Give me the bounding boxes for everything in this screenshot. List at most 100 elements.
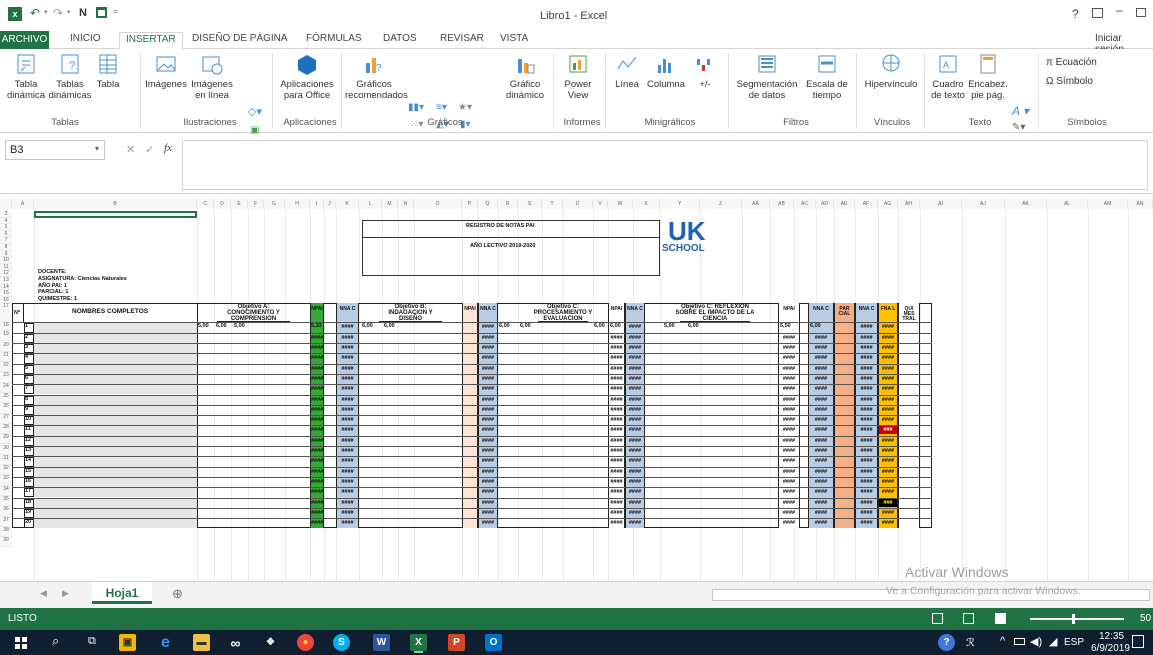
column-header[interactable]: AI	[920, 199, 962, 209]
column-header[interactable]: E	[231, 199, 248, 209]
row-header[interactable]: 31	[0, 454, 12, 466]
error-hash-cell[interactable]: ####	[337, 499, 358, 507]
error-hash-cell[interactable]: ####	[879, 323, 897, 331]
student-name-cell[interactable]	[34, 354, 197, 364]
error-hash-cell[interactable]: ####	[479, 519, 497, 527]
row-header[interactable]: 28	[0, 423, 12, 435]
column-header[interactable]: AA	[742, 199, 770, 209]
error-hash-cell[interactable]: ####	[779, 334, 799, 342]
error-hash-cell[interactable]: ####	[311, 478, 323, 486]
zoom-thumb[interactable]	[1072, 614, 1075, 624]
column-header[interactable]: AH	[898, 199, 920, 209]
error-hash-cell[interactable]: ####	[479, 354, 497, 362]
next-sheet-icon[interactable]: ▶	[62, 588, 69, 599]
skype-icon[interactable]: S	[333, 634, 350, 651]
error-hash-cell[interactable]: ####	[809, 509, 833, 517]
row-header[interactable]: 21	[0, 351, 12, 363]
error-hash-cell[interactable]: ####	[856, 323, 877, 331]
error-hash-cell[interactable]: ####	[626, 334, 644, 342]
sparkline-line-button[interactable]: Línea	[612, 53, 642, 90]
error-hash-cell[interactable]: ####	[311, 344, 323, 352]
error-hash-cell[interactable]: ####	[311, 437, 323, 445]
error-hash-cell[interactable]: ####	[311, 499, 323, 507]
error-hash-cell[interactable]: ####	[626, 385, 644, 393]
column-header[interactable]: AC	[794, 199, 816, 209]
error-hash-cell[interactable]: ####	[311, 385, 323, 393]
error-hash-cell[interactable]: ####	[311, 334, 323, 342]
error-hash-cell[interactable]: ####	[311, 488, 323, 496]
error-hash-cell[interactable]: ####	[479, 323, 497, 331]
error-hash-cell[interactable]: ####	[809, 375, 833, 383]
insert-function-icon[interactable]: fx	[164, 142, 172, 154]
row-header[interactable]: 26	[0, 403, 12, 414]
error-hash-cell[interactable]: ####	[779, 488, 799, 496]
column-header[interactable]: F	[248, 199, 264, 209]
stock-chart-icon[interactable]: ★▾	[458, 102, 472, 113]
error-hash-cell[interactable]: ####	[779, 437, 799, 445]
column-header[interactable]: AM	[1088, 199, 1128, 209]
row-header[interactable]: 10	[0, 257, 12, 264]
hyperlink-button[interactable]: Hipervínculo	[860, 53, 922, 90]
error-hash-cell[interactable]: ####	[311, 396, 323, 404]
error-hash-cell[interactable]: ####	[809, 457, 833, 465]
column-header[interactable]: C	[197, 199, 214, 209]
row-header[interactable]: 29	[0, 434, 12, 445]
tab-formulas[interactable]: FÓRMULAS	[306, 33, 362, 44]
student-name-cell[interactable]	[34, 323, 197, 333]
column-header[interactable]: Z	[700, 199, 742, 209]
student-name-cell[interactable]	[34, 333, 197, 343]
sheet-tab-hoja1[interactable]: Hoja1	[92, 582, 152, 604]
student-name-cell[interactable]	[34, 364, 197, 374]
error-hash-cell[interactable]: ####	[879, 478, 897, 486]
row-header[interactable]: 34	[0, 485, 12, 496]
error-hash-cell[interactable]: ####	[626, 509, 644, 517]
student-name-cell[interactable]	[34, 405, 197, 416]
row-header[interactable]: 38	[0, 526, 12, 538]
student-name-cell[interactable]	[34, 447, 197, 457]
textbox-button[interactable]: A Cuadro de texto	[928, 53, 968, 101]
error-hash-cell[interactable]: ####	[879, 519, 897, 527]
error-hash-cell[interactable]: ####	[337, 354, 358, 362]
error-hash-cell[interactable]: ####	[879, 457, 897, 465]
error-hash-cell[interactable]: ####	[779, 468, 799, 476]
volume-icon[interactable]: ◀)	[1030, 635, 1042, 648]
row-header[interactable]: 23	[0, 372, 12, 383]
sparkline-column-button[interactable]: Columna	[646, 53, 686, 90]
error-hash-cell[interactable]: ####	[479, 385, 497, 393]
error-hash-cell[interactable]: ####	[856, 416, 877, 424]
error-hash-cell[interactable]: ####	[609, 478, 624, 486]
excel-logo-icon[interactable]: x	[8, 7, 22, 21]
column-header[interactable]: AD	[816, 199, 834, 209]
error-hash-cell[interactable]: ####	[609, 488, 624, 496]
clock-date[interactable]: 6/9/2019	[1091, 643, 1130, 654]
error-hash-cell[interactable]: ####	[609, 447, 624, 455]
column-header[interactable]: AL	[1047, 199, 1088, 209]
error-hash-cell[interactable]: ####	[337, 468, 358, 476]
error-hash-cell[interactable]: ####	[879, 447, 897, 455]
error-hash-cell[interactable]: ####	[626, 416, 644, 424]
zoom-slider[interactable]	[1030, 618, 1124, 620]
row-header[interactable]: 8	[0, 244, 12, 251]
student-name-cell[interactable]	[34, 436, 197, 446]
error-hash-cell[interactable]: ####	[479, 478, 497, 486]
error-hash-cell[interactable]: ####	[311, 365, 323, 373]
error-hash-cell[interactable]: ####	[337, 416, 358, 424]
error-hash-cell[interactable]: ####	[479, 365, 497, 373]
error-hash-cell[interactable]: ####	[609, 396, 624, 404]
column-header[interactable]: AJ	[962, 199, 1005, 209]
column-header[interactable]: B	[34, 199, 197, 209]
error-hash-cell[interactable]: ####	[626, 396, 644, 404]
error-hash-cell[interactable]: ####	[311, 426, 323, 434]
error-hash-cell[interactable]: ####	[856, 447, 877, 455]
error-hash-cell[interactable]: ####	[856, 519, 877, 527]
selected-cell-b3[interactable]	[34, 211, 197, 218]
error-hash-cell[interactable]: ####	[856, 499, 877, 507]
outlook-icon[interactable]: O	[485, 634, 502, 651]
error-hash-cell[interactable]: ####	[779, 365, 799, 373]
equation-button[interactable]: π Ecuación	[1046, 57, 1097, 68]
bold-n-button[interactable]: N	[79, 7, 87, 19]
recommended-pivot-button[interactable]: ? Tablas dinámicas	[48, 53, 92, 101]
error-hash-cell[interactable]: ####	[856, 375, 877, 383]
online-images-button[interactable]: Imágenes en línea	[190, 53, 234, 101]
student-name-cell[interactable]	[34, 395, 197, 405]
